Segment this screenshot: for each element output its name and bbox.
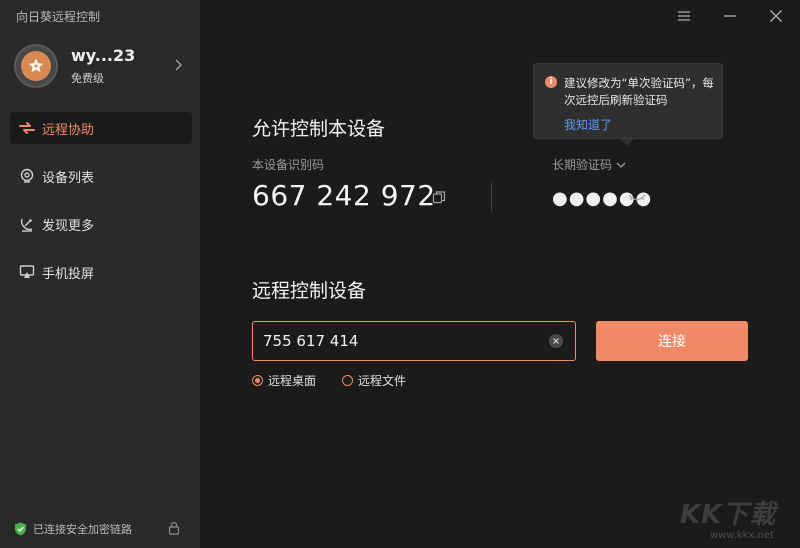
radio-indicator <box>252 375 263 386</box>
radio-label: 远程桌面 <box>268 374 317 388</box>
tooltip: i 建议修改为“单次验证码”，每次远控后刷新验证码 我知道了 <box>533 63 723 139</box>
tooltip-dismiss-link[interactable]: 我知道了 <box>564 116 612 133</box>
app-title: 向日葵远程控制 <box>16 10 101 24</box>
sidebar-item-label: 手机投屏 <box>42 266 95 282</box>
discover-icon <box>20 218 33 232</box>
partner-id-input[interactable] <box>263 322 543 360</box>
shield-check-icon <box>15 522 26 536</box>
sidebar: 向日葵远程控制 wy...23 免费级 远程协助 设备列表 发现更多 手机投屏 … <box>0 0 200 548</box>
sidebar-nav: 远程协助 设备列表 发现更多 手机投屏 <box>10 112 192 304</box>
close-icon <box>770 10 782 22</box>
device-list-icon <box>20 168 34 183</box>
divider <box>491 183 492 211</box>
remote-control-title: 远程控制设备 <box>252 280 367 302</box>
info-icon: i <box>545 76 557 88</box>
eye-closed-icon[interactable] <box>628 193 646 203</box>
clear-icon <box>553 338 559 344</box>
radio-indicator <box>342 375 354 386</box>
radio-remote-file[interactable]: 远程文件 <box>342 372 406 389</box>
sidebar-item-remote-assist[interactable]: 远程协助 <box>10 112 192 144</box>
hamburger-icon <box>678 11 690 21</box>
chevron-down-icon <box>616 162 626 168</box>
profile-level: 免费级 <box>71 72 104 85</box>
profile-card[interactable]: wy...23 免费级 <box>14 44 190 90</box>
chevron-right-icon[interactable] <box>172 58 184 72</box>
sidebar-item-screen-cast[interactable]: 手机投屏 <box>10 256 192 288</box>
star-icon <box>28 58 44 73</box>
connection-mode-group: 远程桌面 远程文件 <box>252 372 432 389</box>
watermark-logo: KK下载 <box>680 500 777 530</box>
sidebar-item-device-list[interactable]: 设备列表 <box>10 160 192 192</box>
connect-button[interactable]: 连接 <box>596 321 748 361</box>
sidebar-item-label: 发现更多 <box>42 218 95 234</box>
tooltip-arrow <box>620 139 634 146</box>
close-button[interactable] <box>766 6 786 26</box>
watermark-url: www.kkx.net <box>710 530 774 541</box>
device-id: 667 242 972 <box>252 179 436 212</box>
sidebar-item-discover[interactable]: 发现更多 <box>10 208 192 240</box>
radio-remote-desktop[interactable]: 远程桌面 <box>252 372 316 389</box>
copy-icon[interactable] <box>432 190 446 204</box>
menu-button[interactable] <box>674 6 694 26</box>
security-text: 已连接安全加密链路 <box>33 523 132 536</box>
sidebar-item-label: 远程协助 <box>42 122 95 138</box>
clear-input-button[interactable] <box>549 334 563 348</box>
avatar <box>14 44 58 88</box>
minimize-icon <box>724 15 736 17</box>
radio-label: 远程文件 <box>358 374 407 388</box>
verification-code-label: 长期验证码 <box>552 158 613 172</box>
window-controls <box>648 6 786 26</box>
sidebar-item-label: 设备列表 <box>42 170 95 186</box>
remote-assist-icon <box>19 122 35 134</box>
security-status: 已连接安全加密链路 <box>14 520 194 538</box>
allow-control-title: 允许控制本设备 <box>252 118 386 140</box>
screen-cast-icon <box>19 265 35 278</box>
tooltip-message: 建议修改为“单次验证码”，每次远控后刷新验证码 <box>564 76 714 107</box>
lock-icon[interactable] <box>168 521 180 535</box>
minimize-button[interactable] <box>720 6 740 26</box>
verification-code-selector[interactable]: 长期验证码 <box>552 156 626 173</box>
device-id-label: 本设备识别码 <box>252 158 325 172</box>
watermark: KK下载 www.kkx.net <box>680 494 796 544</box>
partner-id-field <box>252 321 576 361</box>
profile-name: wy...23 <box>71 46 136 65</box>
